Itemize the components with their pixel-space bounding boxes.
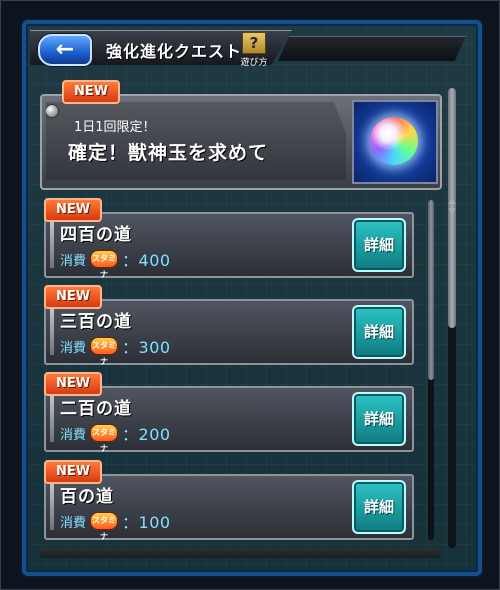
help-button[interactable]: ? 遊び方 xyxy=(240,32,268,68)
new-badge: NEW xyxy=(44,198,103,222)
featured-subtitle: 1日1回限定！ xyxy=(74,120,156,135)
page-title: 強化進化クエスト xyxy=(106,42,243,61)
quest-list-scrollbar[interactable] xyxy=(428,200,434,540)
question-icon: ? xyxy=(242,32,266,54)
stamina-icon: スタミナ xyxy=(90,250,119,279)
header-bar: ← 強化進化クエスト ? 遊び方 xyxy=(30,28,470,68)
bolt-icon xyxy=(46,104,59,118)
row-accent xyxy=(50,218,54,268)
back-arrow-icon: ← xyxy=(55,37,75,62)
quest-title: 三百の道 xyxy=(60,312,132,332)
featured-image-frame xyxy=(352,100,438,184)
quest-cost: 消費 スタミナ ：100 xyxy=(60,512,171,541)
new-badge: NEW xyxy=(44,285,103,309)
row-accent xyxy=(50,480,54,530)
quest-cost: 消費 スタミナ ：400 xyxy=(60,250,171,279)
outer-scrollbar[interactable] xyxy=(448,88,456,548)
list-bottom-edge xyxy=(40,548,440,558)
featured-text-plate: 1日1回限定！ 確定！獣神玉を求めて xyxy=(46,102,346,180)
quest-title: 二百の道 xyxy=(60,399,132,419)
orb-icon xyxy=(370,117,418,165)
detail-button[interactable]: 詳細 xyxy=(352,480,406,534)
detail-button[interactable]: 詳細 xyxy=(352,218,406,272)
stamina-icon: スタミナ xyxy=(90,337,119,366)
quest-row[interactable]: 二百の道 消費 スタミナ ：200 詳細 xyxy=(44,386,414,453)
quest-cost: 消費 スタミナ ：300 xyxy=(60,337,171,366)
row-accent xyxy=(50,305,54,355)
cost-label: 消費 xyxy=(60,427,87,443)
new-badge: NEW xyxy=(44,372,103,396)
row-accent xyxy=(50,392,54,442)
cost-value: ：100 xyxy=(122,513,171,532)
stamina-icon: スタミナ xyxy=(90,512,119,541)
cost-value: ：400 xyxy=(122,251,171,270)
new-badge: NEW xyxy=(62,80,121,104)
cost-label: 消費 xyxy=(60,340,87,356)
detail-button[interactable]: 詳細 xyxy=(352,305,406,359)
quest-row[interactable]: 百の道 消費 スタミナ ：100 詳細 xyxy=(44,474,414,541)
quest-title: 百の道 xyxy=(60,487,114,507)
scroll-grip-icon[interactable]: ▲ ▼ xyxy=(446,196,458,218)
detail-button[interactable]: 詳細 xyxy=(352,392,406,446)
quest-cost: 消費 スタミナ ：200 xyxy=(60,424,171,453)
featured-title: 確定！獣神玉を求めて xyxy=(68,142,269,164)
featured-quest-banner[interactable]: 1日1回限定！ 確定！獣神玉を求めて xyxy=(40,94,442,190)
quest-row[interactable]: 四百の道 消費 スタミナ ：400 詳細 xyxy=(44,212,414,279)
new-badge: NEW xyxy=(44,460,103,484)
help-label: 遊び方 xyxy=(240,58,268,68)
quest-row[interactable]: 三百の道 消費 スタミナ ：300 詳細 xyxy=(44,299,414,366)
cost-label: 消費 xyxy=(60,253,87,269)
quest-title: 四百の道 xyxy=(60,225,132,245)
quest-list-scroll-thumb[interactable] xyxy=(428,200,434,380)
back-button[interactable]: ← xyxy=(38,34,92,66)
cost-value: ：200 xyxy=(122,425,171,444)
cost-value: ：300 xyxy=(122,338,171,357)
cost-label: 消費 xyxy=(60,515,87,531)
stamina-icon: スタミナ xyxy=(90,424,119,453)
header-tail xyxy=(278,36,466,61)
